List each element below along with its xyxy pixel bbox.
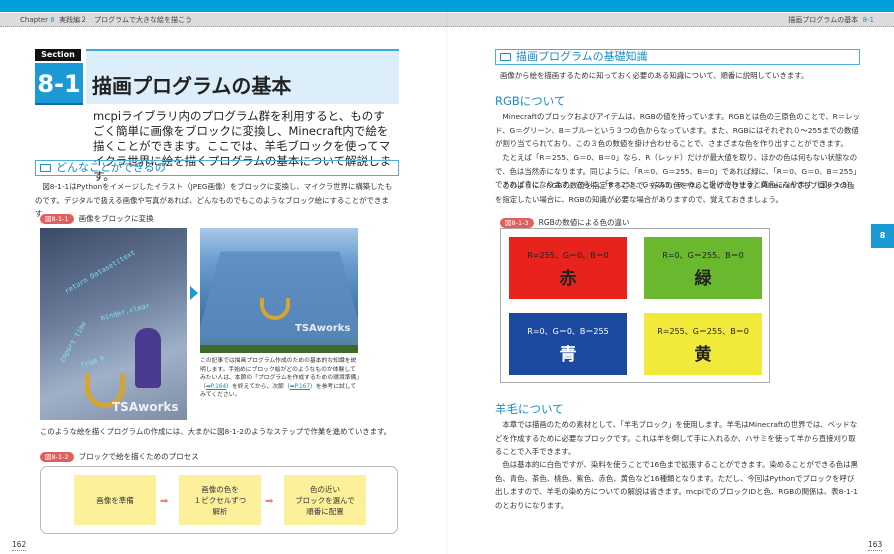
rgb-value: R=255、G＝255、B＝0 xyxy=(657,327,749,336)
subheading-rgb: RGBについて xyxy=(495,94,566,108)
lead-text: 画像から絵を描画するために知っておく必要のある知識について、順番に説明していきま… xyxy=(500,71,809,80)
body-paragraph: このような絵を描くプログラムの作成には、大まかに図8-1-2のようなステップで作… xyxy=(40,427,392,436)
minecraft-block-render-image: TSAworks xyxy=(200,228,358,353)
right-running-header: 描画プログラムの基本 8-1 xyxy=(788,15,874,25)
watermark-logo: TSAworks xyxy=(295,323,351,334)
page-ref-link-164[interactable]: ➡P.164 xyxy=(206,384,226,390)
wool-paragraph-2: 色は基本的に白色ですが、染料を使うことで16色まで拡張することができます。染める… xyxy=(495,460,859,510)
subheading-wool: 羊毛について xyxy=(495,402,564,416)
figure-note: この記事では描画プログラム作成のための基本的な知識を説明します。手始めにブロック… xyxy=(200,357,360,400)
arrow-right-icon: ➡ xyxy=(265,496,274,507)
color-cell-green: R=0、G＝255、B＝0 緑 xyxy=(644,237,762,299)
figure-tag: 図8-1-3 xyxy=(500,218,534,228)
chapter-number: 8 xyxy=(50,16,55,24)
heading-text: 描画プログラムの基礎知識 xyxy=(516,50,648,63)
figure-tag: 図8-1-2 xyxy=(40,452,74,462)
section-running-title: 描画プログラムの基本 xyxy=(788,16,859,24)
left-running-header: Chapter 8 実践編２ プログラムで大きな絵を描こう xyxy=(20,15,192,25)
process-step-2: 画像の色を １ピクセルずつ 解析 xyxy=(179,475,261,525)
heading-what-can-do: どんなことができるの xyxy=(35,160,399,176)
process-step-3: 色の近い ブロックを選んで 順番に配置 xyxy=(284,475,366,525)
page-ref-link-167[interactable]: ➡P.167 xyxy=(290,384,310,390)
section-running-number: 8-1 xyxy=(862,16,874,24)
color-name: 緑 xyxy=(694,269,712,289)
figure-caption-8-1-3: 図8-1-3 RGBの数値による色の違い xyxy=(500,217,630,228)
screen-icon xyxy=(500,53,511,61)
watermark-logo: TSAworks xyxy=(112,400,179,414)
process-step-1: 画像を準備 xyxy=(74,475,156,525)
rgb-value: R=0、G＝0、B＝255 xyxy=(527,327,609,336)
page-title: 描画プログラムの基本 xyxy=(92,74,292,98)
color-cell-yellow: R=255、G＝255、B＝0 黄 xyxy=(644,313,762,375)
color-name: 青 xyxy=(559,345,577,365)
page-number-left: 162 xyxy=(12,540,27,551)
page-gutter xyxy=(446,0,448,554)
rgb-paragraph-1: Minecraftのブロックおよびアイテムは、RGBの値を持っています。RGBと… xyxy=(495,112,860,148)
figure-caption-8-1-2: 図8-1-2 ブロックで絵を描くためのプロセス xyxy=(40,451,199,462)
arrow-right-icon xyxy=(190,286,198,300)
figure-caption-text: RGBの数値による色の違い xyxy=(538,218,630,227)
wool-paragraph-1: 本章では描画のための素材として、「羊毛ブロック」を使用します。羊毛はMinecr… xyxy=(495,420,858,456)
figure-caption-text: 画像をブロックに変換 xyxy=(78,214,154,223)
figure-caption-8-1-1: 図8-1-1 画像をブロックに変換 xyxy=(40,213,154,224)
heading-basics: 描画プログラムの基礎知識 xyxy=(495,49,860,65)
color-name: 赤 xyxy=(559,269,577,289)
page-number-right: 163 xyxy=(868,540,883,551)
rgb-paragraph-3: このように、RGBの数値を指定することで、好みの色を作ることができます。Mine… xyxy=(495,181,855,204)
rgb-value: R=255、G＝0、B＝0 xyxy=(527,251,609,260)
character-illustration xyxy=(135,328,161,388)
chapter-title: 実践編２ プログラムで大きな絵を描こう xyxy=(59,16,192,24)
figure-caption-text: ブロックで絵を描くためのプロセス xyxy=(78,452,199,461)
color-name: 黄 xyxy=(694,345,712,365)
figure-tag: 図8-1-1 xyxy=(40,214,74,224)
color-cell-blue: R=0、G＝0、B＝255 青 xyxy=(509,313,627,375)
color-cell-red: R=255、G＝0、B＝0 赤 xyxy=(509,237,627,299)
python-illustration-image: return Dataset(text minder.clear import … xyxy=(40,228,187,420)
screen-icon xyxy=(40,164,51,172)
section-label: Section xyxy=(35,49,81,61)
rgb-value: R=0、G＝255、B＝0 xyxy=(662,251,744,260)
arrow-right-icon: ➡ xyxy=(160,496,169,507)
section-number-badge: 8-1 xyxy=(35,63,83,105)
chapter-side-tab[interactable]: 8 xyxy=(871,224,894,248)
chapter-label: Chapter xyxy=(20,16,48,24)
note-text: ）を終えてから、次節（ xyxy=(226,383,290,390)
heading-text: どんなことができるの xyxy=(56,161,166,174)
